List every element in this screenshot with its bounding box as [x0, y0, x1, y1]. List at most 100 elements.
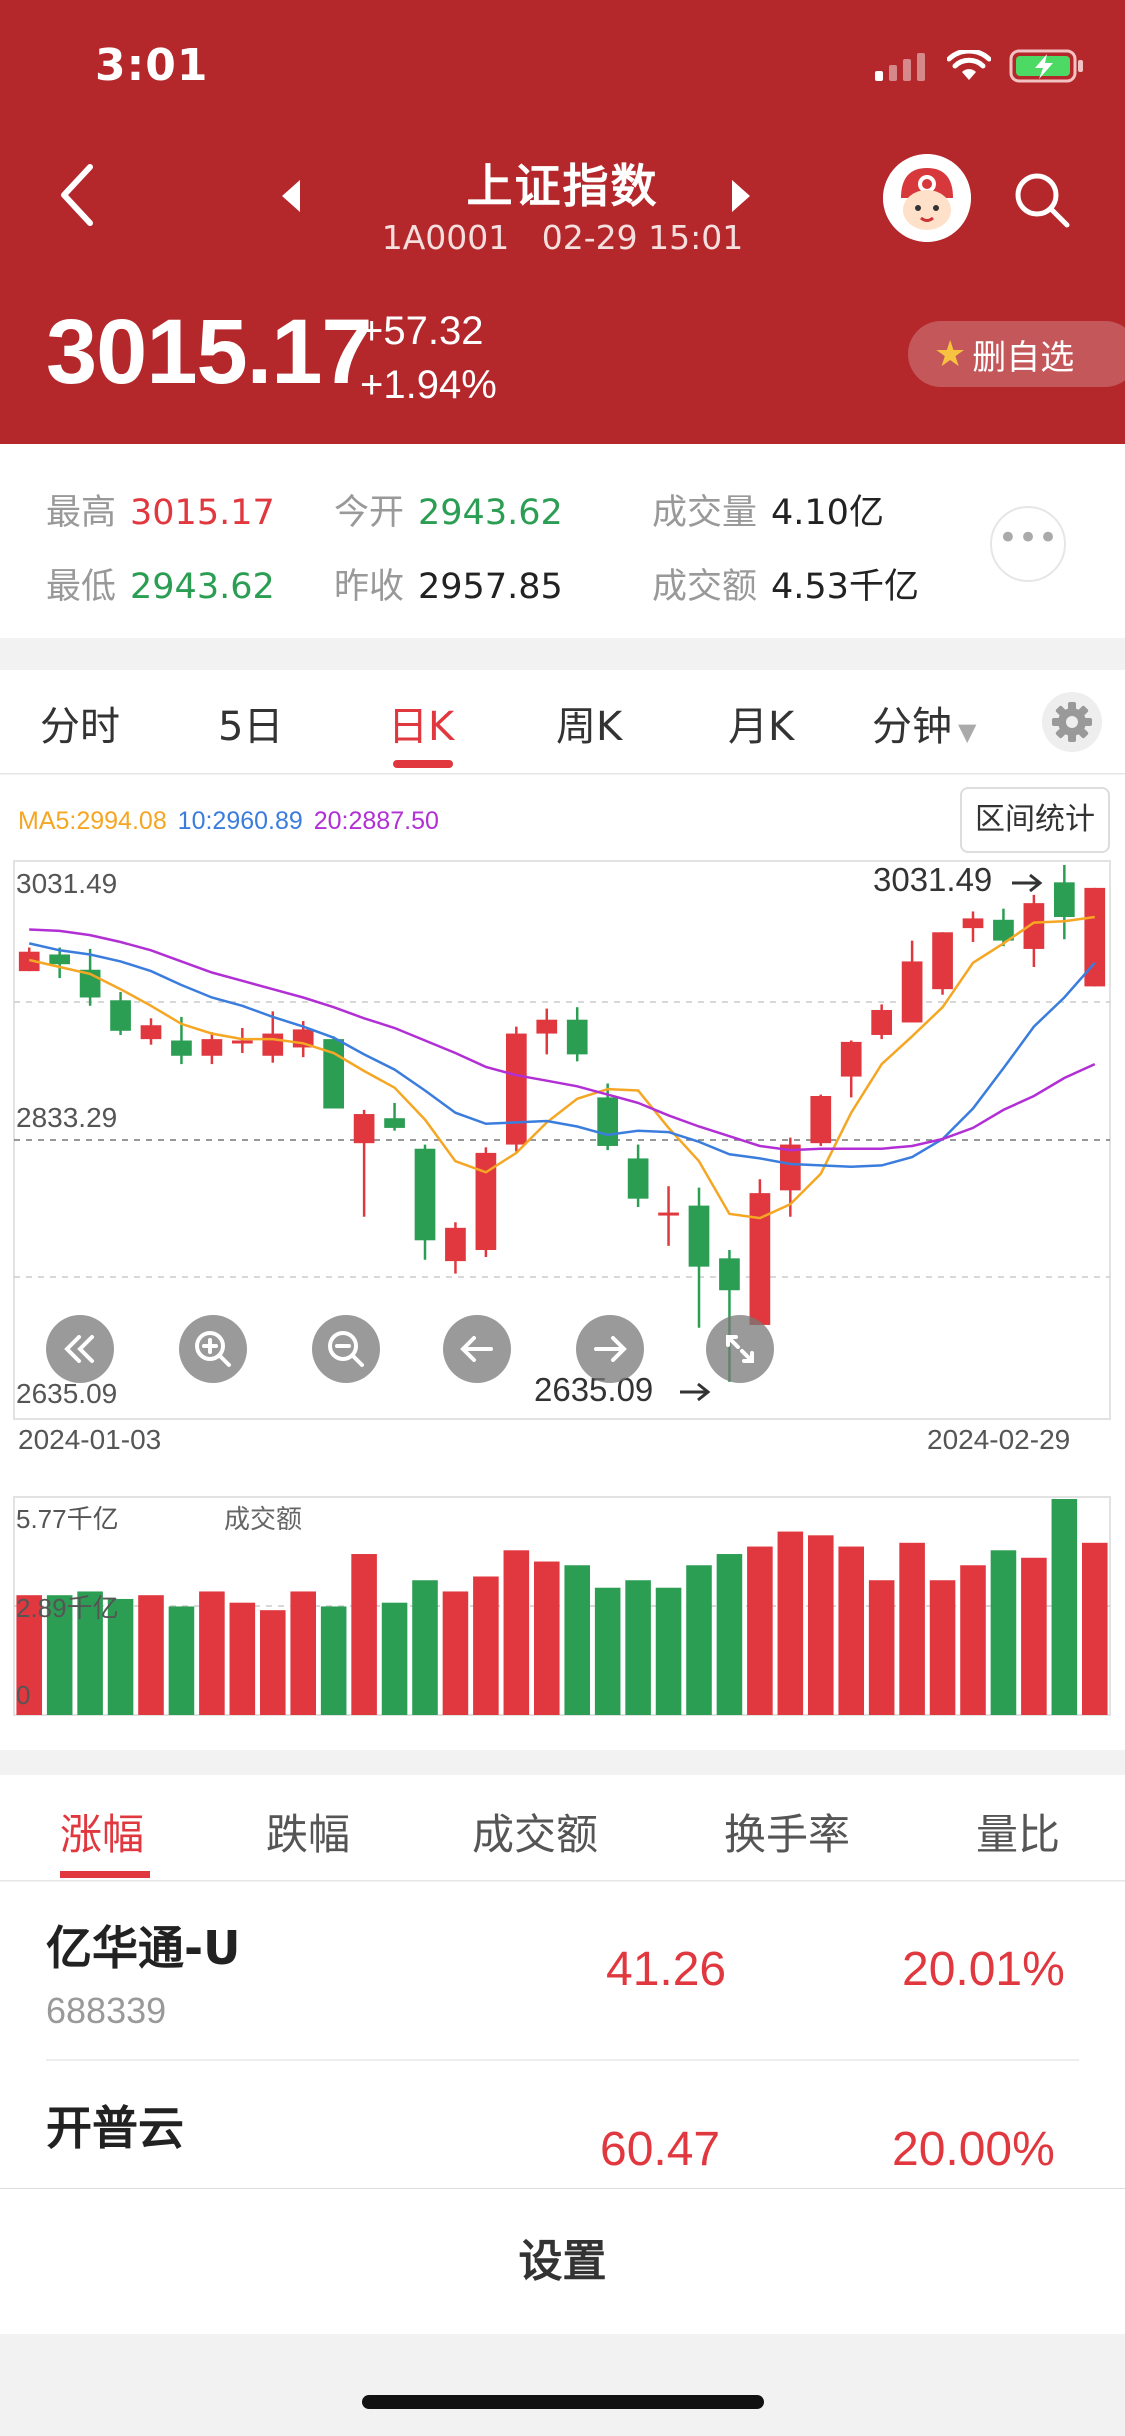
tab-daily-k[interactable]: 日K	[388, 694, 454, 752]
status-icons	[873, 48, 1085, 84]
candle-body	[566, 1019, 588, 1055]
tab-intraday[interactable]: 分时	[40, 694, 120, 752]
candle-body	[658, 1212, 679, 1216]
expand-icon	[726, 1335, 754, 1363]
candle-body	[627, 1158, 649, 1199]
volume-bar	[412, 1580, 438, 1715]
mascot-avatar-icon	[883, 154, 971, 242]
active-tab-indicator	[60, 1871, 150, 1878]
low-value: 2943.62	[130, 567, 275, 607]
stock-change-pct: 20.01%	[902, 1943, 1065, 1996]
volume-title: 成交额	[224, 1504, 303, 1534]
rewind-button[interactable]	[46, 1315, 114, 1383]
volume-bar	[503, 1550, 530, 1715]
interval-stats-button[interactable]: 区间统计	[960, 787, 1110, 853]
tab-weekly-k[interactable]: 周K	[556, 694, 622, 752]
zoom-out-button[interactable]	[312, 1315, 380, 1383]
arrow-right-icon	[594, 1336, 627, 1362]
volume-bars	[16, 1499, 1108, 1715]
volume-axis-zero: 0	[16, 1680, 31, 1710]
tab-gainers[interactable]: 涨幅	[60, 1801, 144, 1862]
ranking-tabs: 涨幅 跌幅 成交额 换手率 量比	[0, 1775, 1125, 1881]
stock-code: 1A0001	[381, 218, 510, 257]
stock-name: 开普云	[46, 2101, 184, 2155]
zoom-in-button[interactable]	[179, 1315, 247, 1383]
tab-losers[interactable]: 跌幅	[266, 1801, 350, 1862]
volume-bar	[594, 1587, 621, 1715]
stock-change-pct: 20.00%	[892, 2123, 1055, 2176]
candle-body	[779, 1144, 801, 1191]
change-percent: +1.94%	[360, 363, 497, 407]
tab-volume-ratio[interactable]: 量比	[976, 1801, 1060, 1862]
tab-turnover[interactable]: 换手率	[724, 1801, 850, 1862]
volume-bar	[1081, 1542, 1108, 1715]
volume-bar	[1051, 1499, 1078, 1715]
volume-bar	[929, 1580, 956, 1715]
fullscreen-button[interactable]	[706, 1315, 774, 1383]
prev-close-value: 2957.85	[418, 567, 563, 607]
tab-5day[interactable]: 5日	[218, 694, 283, 752]
pan-left-button[interactable]	[443, 1315, 511, 1383]
pan-right-button[interactable]	[576, 1315, 644, 1383]
candle-body	[384, 1118, 405, 1128]
candle-body	[353, 1114, 375, 1144]
caret-down-icon: ▼	[958, 718, 977, 746]
volume-bar	[807, 1535, 834, 1715]
volume-bar	[960, 1565, 986, 1715]
kline-chart-area[interactable]: 3031.49 2635.09 MA5:2994.08 10:2960.89 2…	[0, 775, 1125, 1750]
candle-body	[1023, 903, 1045, 949]
settings-button[interactable]: 设置	[0, 2188, 1125, 2334]
volume-bar	[259, 1610, 286, 1715]
stock-price: 41.26	[606, 1943, 727, 1996]
volume-value: 4.10亿	[771, 493, 884, 533]
volume-bar	[777, 1531, 804, 1715]
candle-body	[749, 1193, 771, 1325]
volume-bar	[229, 1602, 256, 1715]
remove-watchlist-button[interactable]: ★ 删自选	[908, 321, 1125, 387]
tab-minute[interactable]: 分钟 ▼	[872, 694, 976, 752]
ma10-label: 10:2960.89	[177, 807, 303, 835]
more-icon[interactable]: •••	[990, 506, 1066, 582]
candle-body	[719, 1258, 740, 1291]
candle-body	[962, 918, 984, 929]
volume-bar	[351, 1554, 377, 1715]
high-value: 3015.17	[130, 493, 275, 533]
volume-bar	[747, 1546, 773, 1715]
volume-bar	[564, 1565, 591, 1715]
zoom-in-icon	[195, 1331, 231, 1367]
gear-icon	[1052, 702, 1092, 742]
status-time: 3:01	[95, 40, 209, 91]
ma-legend: MA5:2994.08 10:2960.89 20:2887.50	[18, 807, 439, 836]
volume-bar	[716, 1554, 743, 1715]
stock-header: 3:01 上证指数 1A0001 02-29 15:01 3015.17 +57…	[0, 0, 1125, 444]
candle-body	[171, 1040, 192, 1056]
candle-body	[445, 1227, 466, 1262]
max-arrow-icon	[1012, 873, 1043, 893]
chart-settings-button[interactable]	[1042, 692, 1102, 752]
candle-body	[414, 1148, 436, 1241]
candle-body	[597, 1097, 619, 1146]
avatar[interactable]	[883, 154, 971, 242]
next-stock-icon[interactable]	[728, 178, 754, 214]
ma5-label: MA5:2994.08	[18, 807, 167, 835]
candle-body	[505, 1033, 527, 1145]
volume-axis-mid: 2.89千亿	[16, 1593, 119, 1623]
volume-bar	[868, 1580, 895, 1715]
volume-bar	[625, 1580, 651, 1715]
volume-bar	[381, 1602, 408, 1715]
max-price-marker: 3031.49	[873, 861, 992, 898]
quote-volume: 成交量 4.10亿	[652, 493, 884, 533]
date-end: 2024-02-29	[927, 1424, 1071, 1455]
search-icon[interactable]	[1010, 168, 1074, 232]
tab-amount[interactable]: 成交额	[472, 1801, 598, 1862]
quote-high: 最高 3015.17	[46, 493, 275, 533]
stock-name: 亿华通-U	[46, 1921, 241, 1975]
volume-axis-top: 5.77千亿	[16, 1504, 119, 1534]
tab-monthly-k[interactable]: 月K	[728, 694, 794, 752]
candle-body	[871, 1009, 893, 1035]
candle-body	[110, 1000, 131, 1031]
kline-chart[interactable]: 3031.49 2635.09	[0, 775, 1125, 1750]
quote-low: 最低 2943.62	[46, 567, 275, 607]
candle-body	[810, 1096, 832, 1144]
candle-body	[1053, 882, 1075, 918]
